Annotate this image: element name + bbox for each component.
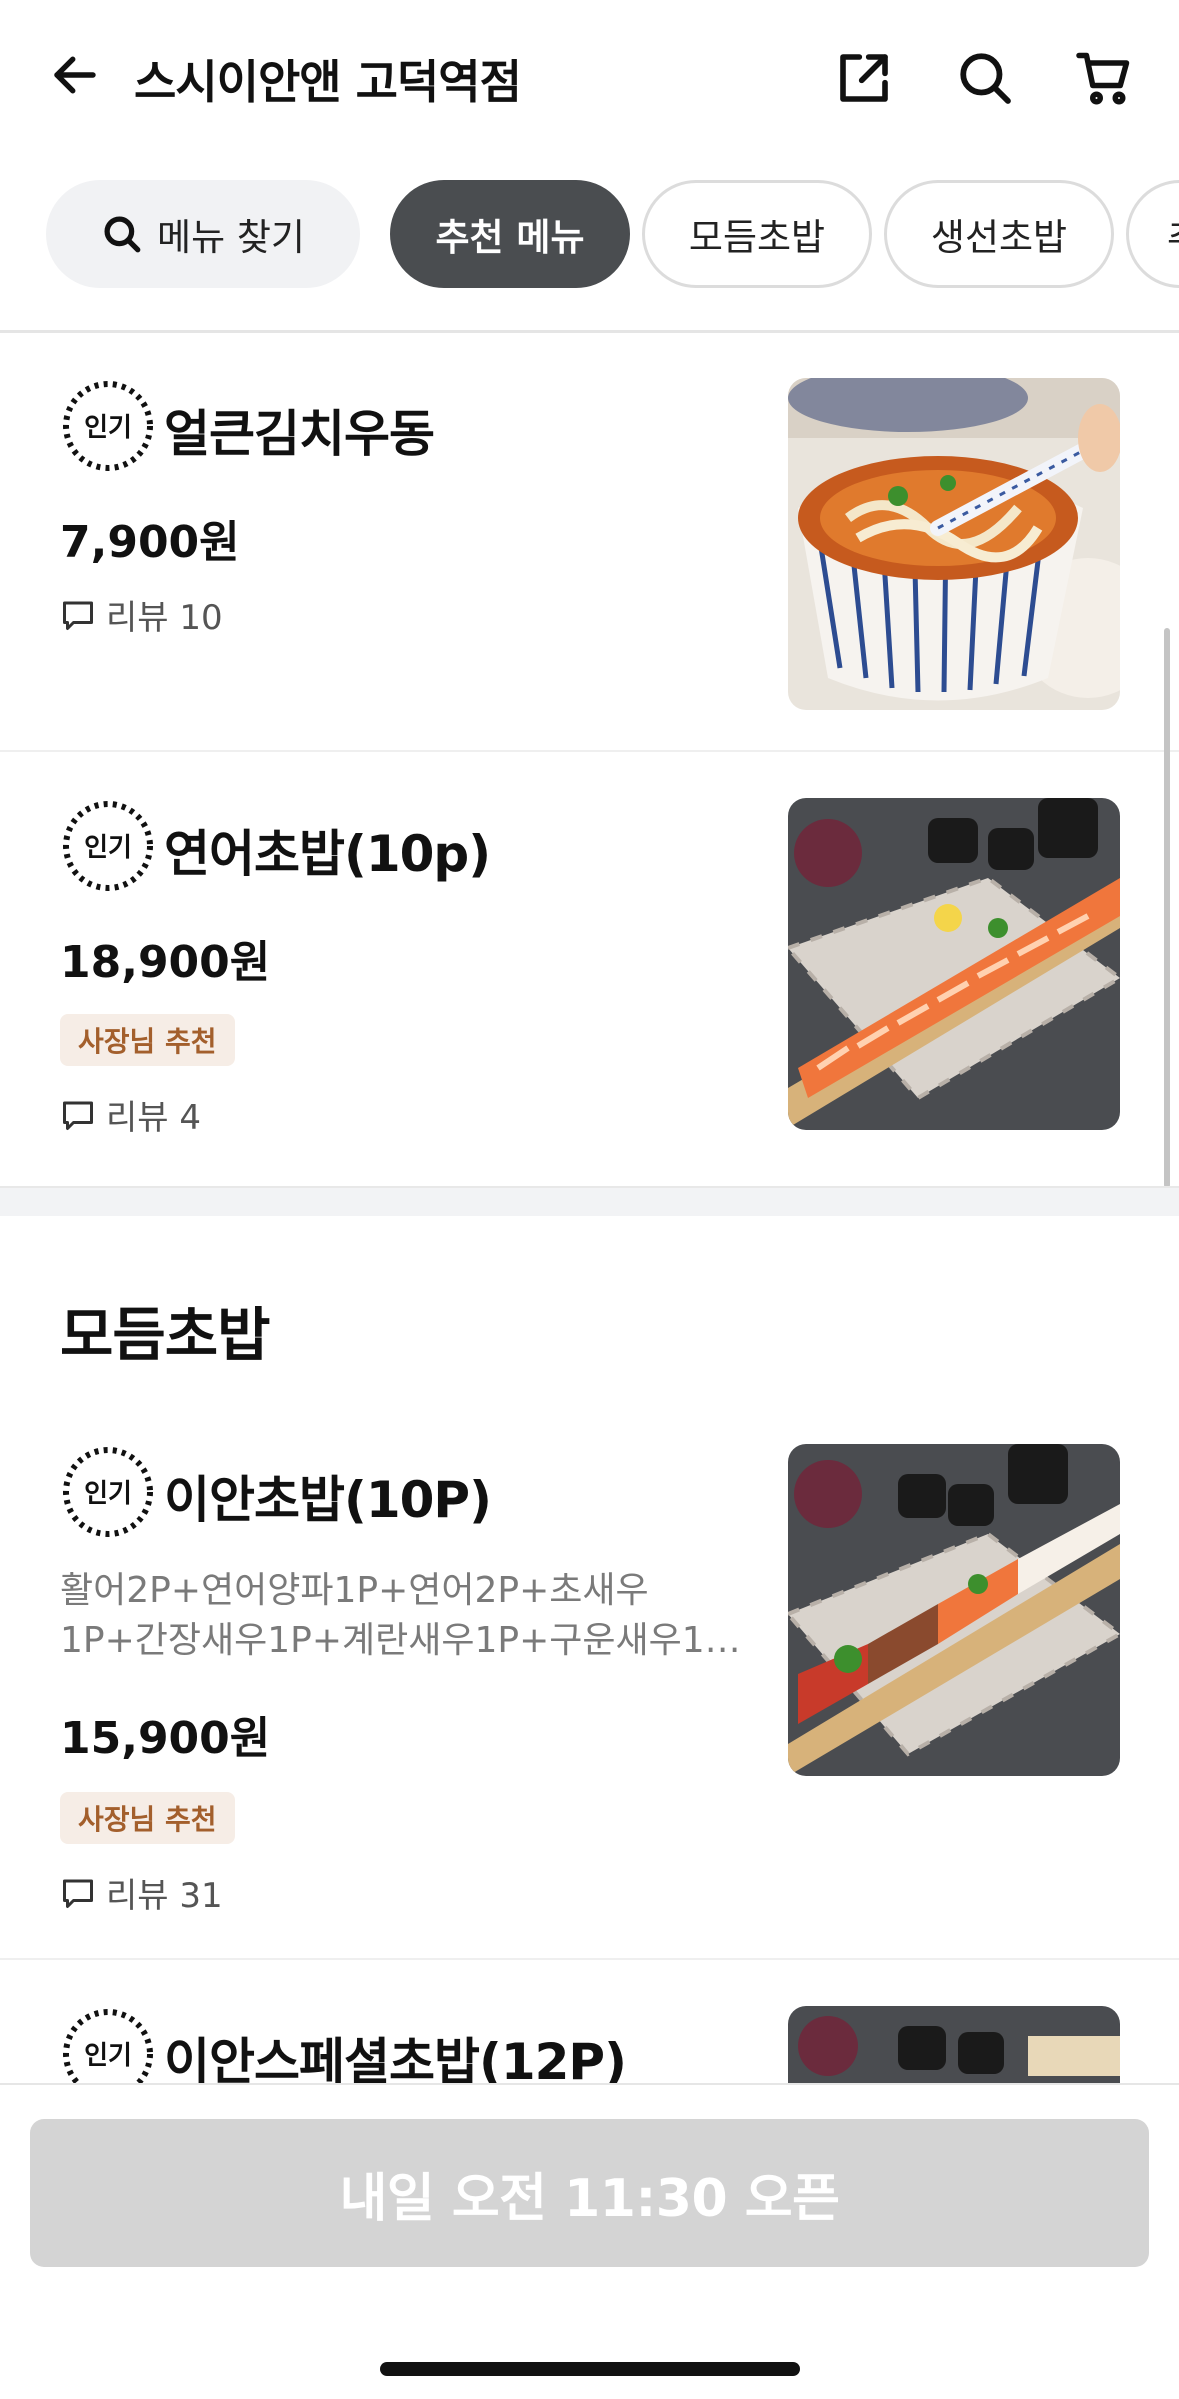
menu-item[interactable]: 인기 연어초밥(10p) 18,900원 사장님 추천 리뷰 4 bbox=[0, 798, 1179, 1180]
comment-icon bbox=[63, 1879, 93, 1908]
review-count: 리뷰 10 bbox=[106, 598, 223, 638]
search-icon bbox=[104, 216, 141, 253]
category-chips: 메뉴 찾기 추천 메뉴 모듬초밥 생선초밥 추 bbox=[0, 180, 1179, 290]
review-count: 리뷰 31 bbox=[106, 1876, 223, 1916]
search-icon bbox=[960, 53, 1011, 104]
chip-fish-sushi[interactable]: 생선초밥 bbox=[884, 180, 1114, 288]
item-name: 이안스페셜초밥(12P) bbox=[164, 2033, 627, 2083]
badge-label: 인기 bbox=[84, 833, 132, 863]
screen: 스시이안앤 고덕역점 메뉴 찾기 추천 메뉴 모듬초밥 생선초밥 인기 얼큰김치… bbox=[0, 0, 1179, 2399]
cart-button[interactable] bbox=[1066, 40, 1142, 116]
chip-assorted-sushi[interactable]: 모듬초밥 bbox=[642, 180, 872, 288]
menu-search-label: 메뉴 찾기 bbox=[157, 216, 305, 259]
item-divider bbox=[0, 1958, 1179, 1960]
menu-item[interactable]: 인기 이안초밥(10P) 활어2P+연어양파1P+연어2P+초새우 1P+간장새… bbox=[0, 1444, 1179, 1924]
item-price: 15,900원 bbox=[60, 1713, 271, 1764]
item-name: 연어초밥(10p) bbox=[164, 825, 491, 883]
item-name: 얼큰김치우동 bbox=[164, 405, 435, 463]
chips-divider bbox=[0, 330, 1179, 333]
header: 스시이안앤 고덕역점 bbox=[0, 0, 1179, 155]
scrollbar[interactable] bbox=[1164, 628, 1170, 1188]
store-title: 스시이안앤 고덕역점 bbox=[134, 55, 522, 109]
search-button[interactable] bbox=[947, 40, 1023, 116]
bottom-bar: 내일 오전 11:30 오픈 bbox=[0, 2083, 1179, 2399]
comment-icon bbox=[63, 1101, 93, 1130]
chip-label: 추 bbox=[1167, 207, 1179, 261]
item-review: 리뷰 10 bbox=[60, 590, 223, 639]
home-indicator[interactable] bbox=[380, 2362, 800, 2376]
chip-label: 모듬초밥 bbox=[688, 216, 826, 259]
section-separator bbox=[0, 1186, 1179, 1216]
item-review: 리뷰 4 bbox=[60, 1090, 201, 1139]
item-price: 7,900원 bbox=[60, 517, 240, 568]
item-description: 활어2P+연어양파1P+연어2P+초새우 1P+간장새우1P+계란새우1P+구운… bbox=[60, 1570, 741, 1661]
item-review: 리뷰 31 bbox=[60, 1868, 223, 1917]
share-button[interactable] bbox=[826, 40, 902, 116]
item-photo-kimchi-udon[interactable] bbox=[788, 378, 1120, 710]
popular-badge-icon: 인기 bbox=[63, 1447, 153, 1537]
menu-search-chip[interactable]: 메뉴 찾기 bbox=[46, 180, 360, 288]
badge-label: 인기 bbox=[84, 413, 132, 443]
chip-label: 추천 메뉴 bbox=[435, 216, 585, 259]
badge-label: 인기 bbox=[84, 2041, 132, 2071]
back-button[interactable] bbox=[40, 40, 110, 110]
popular-badge-icon: 인기 bbox=[63, 801, 153, 891]
share-icon bbox=[840, 54, 888, 102]
menu-item[interactable]: 인기 이안스페셜초밥(12P) bbox=[0, 2006, 1179, 2083]
owner-recommend-tag: 사장님 추천 bbox=[60, 1014, 235, 1066]
chip-label: 생선초밥 bbox=[930, 216, 1068, 259]
cart-icon bbox=[1076, 52, 1130, 105]
review-count: 리뷰 4 bbox=[106, 1098, 201, 1138]
popular-badge-icon: 인기 bbox=[63, 2009, 153, 2083]
item-divider bbox=[0, 750, 1179, 752]
badge-label: 인기 bbox=[84, 1479, 132, 1509]
owner-recommend-tag: 사장님 추천 bbox=[60, 1792, 235, 1844]
comment-icon bbox=[63, 601, 93, 630]
arrow-left-icon bbox=[54, 56, 96, 94]
item-name: 이안초밥(10P) bbox=[164, 1471, 492, 1529]
menu-item[interactable]: 인기 얼큰김치우동 7,900원 리뷰 10 bbox=[0, 378, 1179, 750]
item-photo-salmon-sushi[interactable] bbox=[788, 798, 1120, 1130]
item-price: 18,900원 bbox=[60, 937, 271, 988]
item-photo-special-sushi[interactable] bbox=[788, 2006, 1120, 2083]
popular-badge-icon: 인기 bbox=[63, 381, 153, 471]
chip-recommended[interactable]: 추천 메뉴 bbox=[390, 180, 630, 288]
section-title: 모듬초밥 bbox=[60, 1301, 270, 1369]
open-time-button[interactable]: 내일 오전 11:30 오픈 bbox=[30, 2119, 1149, 2267]
chip-next[interactable]: 추 bbox=[1126, 180, 1179, 288]
item-photo-assorted-sushi[interactable] bbox=[788, 1444, 1120, 1776]
